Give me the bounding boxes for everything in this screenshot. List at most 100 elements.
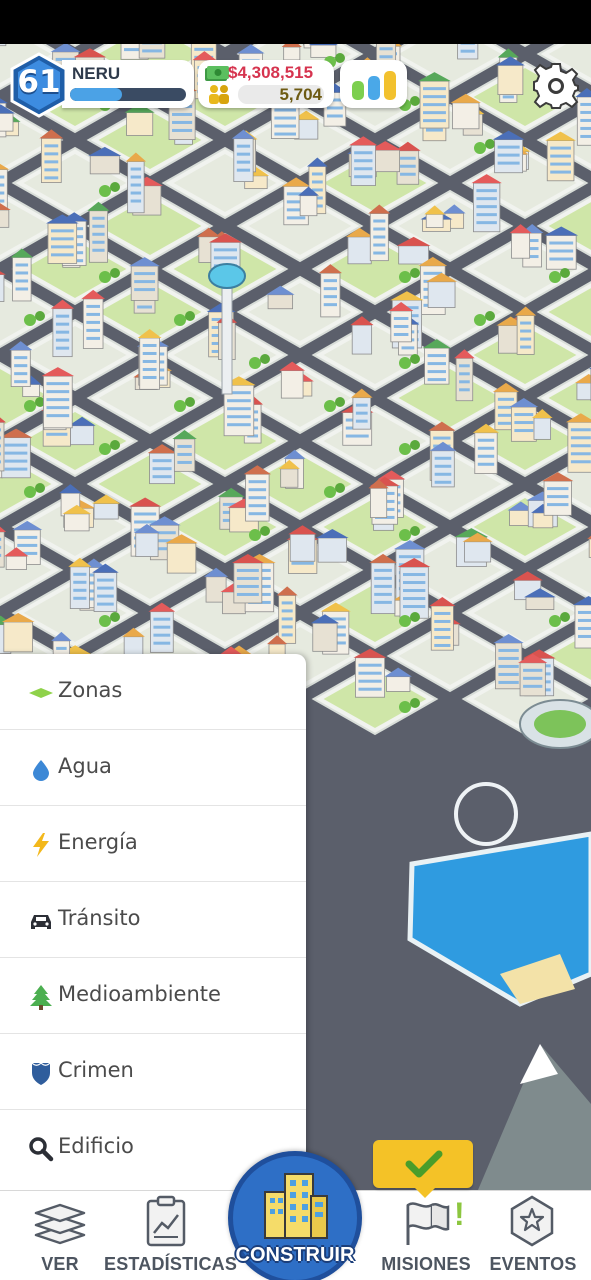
building-windows (577, 618, 591, 622)
tree (549, 615, 561, 627)
building-windows (15, 263, 29, 267)
building-windows (550, 170, 571, 174)
building-windows (0, 199, 5, 203)
building-windows (227, 423, 251, 427)
building-windows (402, 605, 426, 609)
building-windows (0, 460, 1, 464)
build-button[interactable]: CONSTRUIR (228, 1151, 362, 1280)
building-windows (476, 197, 497, 201)
tree (99, 271, 111, 283)
building-windows (227, 415, 251, 419)
building-windows (248, 512, 267, 516)
demand-meter[interactable] (340, 60, 407, 108)
tree (335, 53, 345, 63)
building-windows (477, 454, 495, 458)
building-windows (393, 332, 409, 336)
building-windows (92, 248, 105, 252)
building-windows (4, 467, 28, 471)
building-windows (44, 144, 59, 148)
building-windows (459, 388, 470, 392)
tree (410, 526, 420, 536)
tree (174, 314, 186, 326)
building-windows (14, 380, 28, 384)
building-windows (73, 580, 87, 584)
building-windows (86, 312, 101, 316)
building-windows (50, 245, 74, 249)
nav-events-button[interactable]: EVENTOS (484, 1191, 582, 1280)
building-windows (577, 626, 591, 630)
building-windows (434, 480, 452, 484)
building-windows (153, 633, 171, 637)
building-windows (398, 555, 421, 559)
menu-item-crimen[interactable]: Crimen (0, 1034, 306, 1110)
menu-item-agua[interactable]: Agua (0, 730, 306, 806)
menu-item-medioambiente[interactable]: Medioambiente (0, 958, 306, 1034)
building-windows (323, 295, 337, 299)
building-windows (274, 132, 297, 136)
building (299, 195, 318, 217)
building-windows (326, 106, 343, 110)
building-windows (427, 354, 446, 358)
level-badge[interactable]: 61 (8, 52, 70, 118)
tree (110, 182, 120, 192)
menu-item-transito[interactable]: Tránsito (0, 882, 306, 958)
building (126, 112, 154, 136)
building-windows (14, 356, 28, 360)
tree (99, 185, 111, 197)
building-windows (55, 322, 70, 326)
tree (335, 483, 345, 493)
building-windows (355, 411, 368, 415)
building-windows (423, 103, 446, 107)
building-windows (523, 676, 543, 680)
building-windows (281, 601, 293, 605)
building-windows (194, 47, 214, 51)
tree (185, 397, 195, 407)
building-windows (55, 346, 70, 350)
building-windows (498, 680, 519, 684)
gear-icon[interactable] (530, 60, 582, 112)
player-panel[interactable]: NERU (62, 60, 194, 108)
building-windows (423, 119, 446, 123)
building-windows (97, 586, 114, 590)
building-windows (56, 646, 67, 650)
building-windows (142, 351, 157, 355)
tower-top (208, 263, 246, 289)
building-windows (355, 403, 368, 407)
building-windows (580, 118, 591, 122)
building-windows (152, 475, 172, 479)
building (497, 65, 524, 95)
star-badge-icon (510, 1195, 554, 1247)
building-windows (323, 303, 337, 307)
menu-item-label: Energía (58, 830, 138, 854)
building-windows (423, 87, 446, 91)
building-windows (0, 444, 1, 448)
building-windows (550, 154, 571, 158)
missions-alert-badge: ! (454, 1196, 465, 1232)
menu-item-label: Edificio (58, 1134, 134, 1158)
building-windows (14, 364, 28, 368)
building-windows (400, 164, 416, 168)
building-windows (514, 413, 534, 417)
building (280, 468, 299, 488)
level-number: 61 (17, 64, 61, 100)
nav-view-button[interactable]: VER (18, 1191, 102, 1280)
nav-missions-button[interactable]: ! MISIONES (376, 1191, 476, 1280)
menu-item-energia[interactable]: Energía (0, 806, 306, 882)
building-windows (286, 216, 306, 220)
building-windows (373, 235, 386, 239)
building-windows (459, 372, 470, 376)
building-windows (92, 216, 105, 220)
building-windows (427, 378, 446, 382)
building-windows (291, 561, 314, 565)
building-windows (274, 124, 297, 128)
nav-stats-button[interactable]: ESTADÍSTICAS (104, 1191, 237, 1280)
money-panel[interactable]: $4,308,515 5,704 (198, 60, 334, 108)
building (0, 274, 5, 302)
building (398, 245, 429, 265)
building-windows (423, 95, 446, 99)
building (355, 657, 386, 698)
building (386, 676, 411, 692)
status-bar (0, 0, 591, 44)
mission-complete-banner[interactable] (373, 1140, 473, 1198)
menu-item-zonas[interactable]: Zonas (0, 654, 306, 730)
